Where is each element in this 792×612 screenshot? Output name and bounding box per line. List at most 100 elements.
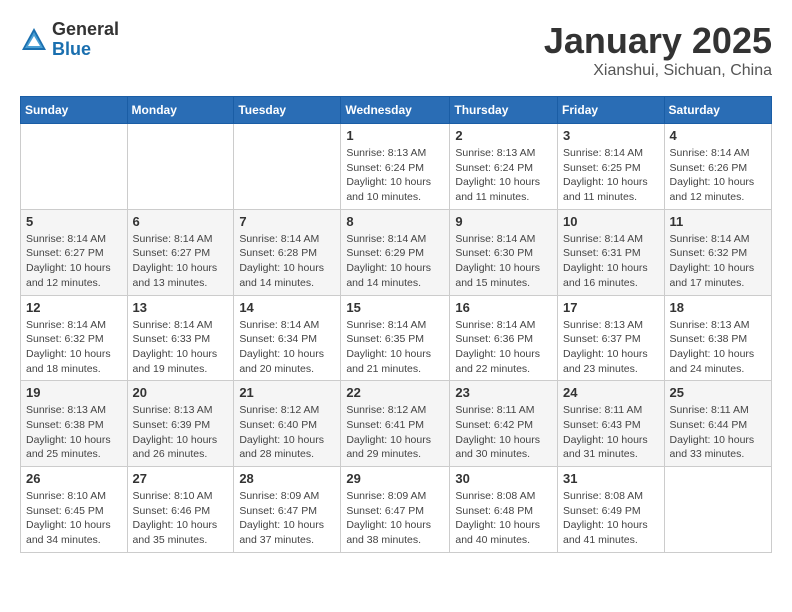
day-number: 11	[670, 214, 766, 229]
calendar-cell: 6Sunrise: 8:14 AM Sunset: 6:27 PM Daylig…	[127, 209, 234, 295]
logo-general-text: General	[52, 20, 119, 40]
day-number: 17	[563, 300, 659, 315]
calendar-cell: 28 Sunrise: 8:09 AM Sunset: 6:47 PM Dayli…	[234, 467, 341, 553]
day-info: Sunrise: 8:10 AM Sunset: 6:46 PM Dayligh…	[133, 489, 229, 548]
day-info: Sunrise: 8:14 AM Sunset: 6:25 PM Dayligh…	[563, 146, 659, 205]
day-number: 2	[455, 128, 552, 143]
day-info: Sunrise: 8:14 AM Sunset: 6:34 PM Dayligh…	[239, 318, 335, 377]
calendar-cell: 22 Sunrise: 8:12 AM Sunset: 6:41 PM Dayli…	[341, 381, 450, 467]
day-info: Sunrise: 8:13 AM Sunset: 6:37 PM Dayligh…	[563, 318, 659, 377]
calendar-cell: 3 Sunrise: 8:14 AM Sunset: 6:25 PM Daylig…	[558, 124, 665, 210]
day-number: 22	[346, 385, 444, 400]
weekday-header-row: SundayMondayTuesdayWednesdayThursdayFrid…	[21, 97, 772, 124]
calendar-cell: 4 Sunrise: 8:14 AM Sunset: 6:26 PM Daylig…	[664, 124, 771, 210]
day-info: Sunrise: 8:08 AM Sunset: 6:49 PM Dayligh…	[563, 489, 659, 548]
weekday-header-tuesday: Tuesday	[234, 97, 341, 124]
location-text: Xianshui, Sichuan, China	[544, 62, 772, 80]
day-number: 13	[133, 300, 229, 315]
day-number: 24	[563, 385, 659, 400]
page-header: General Blue January 2025 Xianshui, Sich…	[20, 20, 772, 80]
title-section: January 2025 Xianshui, Sichuan, China	[544, 20, 772, 80]
calendar-cell: 31 Sunrise: 8:08 AM Sunset: 6:49 PM Dayli…	[558, 467, 665, 553]
day-number: 28	[239, 471, 335, 486]
week-row-5: 26 Sunrise: 8:10 AM Sunset: 6:45 PM Dayli…	[21, 467, 772, 553]
week-row-3: 12 Sunrise: 8:14 AM Sunset: 6:32 PM Dayli…	[21, 295, 772, 381]
day-info: Sunrise: 8:13 AM Sunset: 6:24 PM Dayligh…	[346, 146, 444, 205]
calendar-cell: 30 Sunrise: 8:08 AM Sunset: 6:48 PM Dayli…	[450, 467, 558, 553]
day-info: Sunrise: 8:08 AM Sunset: 6:48 PM Dayligh…	[455, 489, 552, 548]
day-number: 14	[239, 300, 335, 315]
day-info: Sunrise: 8:14 AM Sunset: 6:36 PM Dayligh…	[455, 318, 552, 377]
calendar-cell	[21, 124, 128, 210]
day-info: Sunrise: 8:14 AM Sunset: 6:29 PM Dayligh…	[346, 232, 444, 291]
day-number: 30	[455, 471, 552, 486]
day-number: 26	[26, 471, 122, 486]
calendar-cell: 2 Sunrise: 8:13 AM Sunset: 6:24 PM Daylig…	[450, 124, 558, 210]
calendar-cell	[664, 467, 771, 553]
calendar-cell: 18 Sunrise: 8:13 AM Sunset: 6:38 PM Dayli…	[664, 295, 771, 381]
week-row-2: 5 Sunrise: 8:14 AM Sunset: 6:27 PM Daylig…	[21, 209, 772, 295]
calendar-cell: 24Sunrise: 8:11 AM Sunset: 6:43 PM Dayli…	[558, 381, 665, 467]
logo-icon	[20, 26, 48, 54]
day-info: Sunrise: 8:14 AM Sunset: 6:26 PM Dayligh…	[670, 146, 766, 205]
calendar-cell: 5 Sunrise: 8:14 AM Sunset: 6:27 PM Daylig…	[21, 209, 128, 295]
calendar-cell: 14 Sunrise: 8:14 AM Sunset: 6:34 PM Dayli…	[234, 295, 341, 381]
day-info: Sunrise: 8:09 AM Sunset: 6:47 PM Dayligh…	[346, 489, 444, 548]
day-number: 23	[455, 385, 552, 400]
day-number: 16	[455, 300, 552, 315]
day-info: Sunrise: 8:09 AM Sunset: 6:47 PM Dayligh…	[239, 489, 335, 548]
day-info: Sunrise: 8:13 AM Sunset: 6:24 PM Dayligh…	[455, 146, 552, 205]
day-info: Sunrise: 8:14 AM Sunset: 6:27 PM Dayligh…	[133, 232, 229, 291]
logo-blue-text: Blue	[52, 40, 119, 60]
day-number: 21	[239, 385, 335, 400]
day-number: 20	[133, 385, 229, 400]
day-info: Sunrise: 8:12 AM Sunset: 6:40 PM Dayligh…	[239, 403, 335, 462]
calendar-cell: 19 Sunrise: 8:13 AM Sunset: 6:38 PM Dayli…	[21, 381, 128, 467]
calendar-cell: 20Sunrise: 8:13 AM Sunset: 6:39 PM Dayli…	[127, 381, 234, 467]
calendar-cell	[234, 124, 341, 210]
day-info: Sunrise: 8:14 AM Sunset: 6:28 PM Dayligh…	[239, 232, 335, 291]
logo: General Blue	[20, 20, 119, 60]
day-number: 31	[563, 471, 659, 486]
day-info: Sunrise: 8:13 AM Sunset: 6:38 PM Dayligh…	[670, 318, 766, 377]
weekday-header-wednesday: Wednesday	[341, 97, 450, 124]
calendar-cell: 27 Sunrise: 8:10 AM Sunset: 6:46 PM Dayli…	[127, 467, 234, 553]
calendar-cell: 11Sunrise: 8:14 AM Sunset: 6:32 PM Dayli…	[664, 209, 771, 295]
day-info: Sunrise: 8:14 AM Sunset: 6:32 PM Dayligh…	[26, 318, 122, 377]
week-row-1: 1Sunrise: 8:13 AM Sunset: 6:24 PM Daylig…	[21, 124, 772, 210]
day-number: 25	[670, 385, 766, 400]
day-number: 4	[670, 128, 766, 143]
calendar-cell: 25Sunrise: 8:11 AM Sunset: 6:44 PM Dayli…	[664, 381, 771, 467]
calendar-table: SundayMondayTuesdayWednesdayThursdayFrid…	[20, 96, 772, 553]
calendar-cell: 8 Sunrise: 8:14 AM Sunset: 6:29 PM Daylig…	[341, 209, 450, 295]
weekday-header-thursday: Thursday	[450, 97, 558, 124]
day-info: Sunrise: 8:11 AM Sunset: 6:42 PM Dayligh…	[455, 403, 552, 462]
month-title: January 2025	[544, 20, 772, 62]
day-info: Sunrise: 8:14 AM Sunset: 6:33 PM Dayligh…	[133, 318, 229, 377]
weekday-header-friday: Friday	[558, 97, 665, 124]
calendar-cell	[127, 124, 234, 210]
day-number: 9	[455, 214, 552, 229]
day-number: 27	[133, 471, 229, 486]
day-info: Sunrise: 8:13 AM Sunset: 6:38 PM Dayligh…	[26, 403, 122, 462]
day-info: Sunrise: 8:10 AM Sunset: 6:45 PM Dayligh…	[26, 489, 122, 548]
calendar-cell: 13 Sunrise: 8:14 AM Sunset: 6:33 PM Dayli…	[127, 295, 234, 381]
weekday-header-saturday: Saturday	[664, 97, 771, 124]
day-info: Sunrise: 8:14 AM Sunset: 6:27 PM Dayligh…	[26, 232, 122, 291]
day-number: 7	[239, 214, 335, 229]
calendar-cell: 17 Sunrise: 8:13 AM Sunset: 6:37 PM Dayli…	[558, 295, 665, 381]
day-number: 8	[346, 214, 444, 229]
calendar-cell: 29 Sunrise: 8:09 AM Sunset: 6:47 PM Dayli…	[341, 467, 450, 553]
calendar-cell: 23 Sunrise: 8:11 AM Sunset: 6:42 PM Dayli…	[450, 381, 558, 467]
calendar-cell: 1Sunrise: 8:13 AM Sunset: 6:24 PM Daylig…	[341, 124, 450, 210]
day-number: 3	[563, 128, 659, 143]
day-info: Sunrise: 8:14 AM Sunset: 6:30 PM Dayligh…	[455, 232, 552, 291]
day-number: 29	[346, 471, 444, 486]
week-row-4: 19 Sunrise: 8:13 AM Sunset: 6:38 PM Dayli…	[21, 381, 772, 467]
calendar-cell: 21 Sunrise: 8:12 AM Sunset: 6:40 PM Dayli…	[234, 381, 341, 467]
day-number: 19	[26, 385, 122, 400]
day-info: Sunrise: 8:12 AM Sunset: 6:41 PM Dayligh…	[346, 403, 444, 462]
day-number: 18	[670, 300, 766, 315]
day-number: 12	[26, 300, 122, 315]
day-number: 5	[26, 214, 122, 229]
